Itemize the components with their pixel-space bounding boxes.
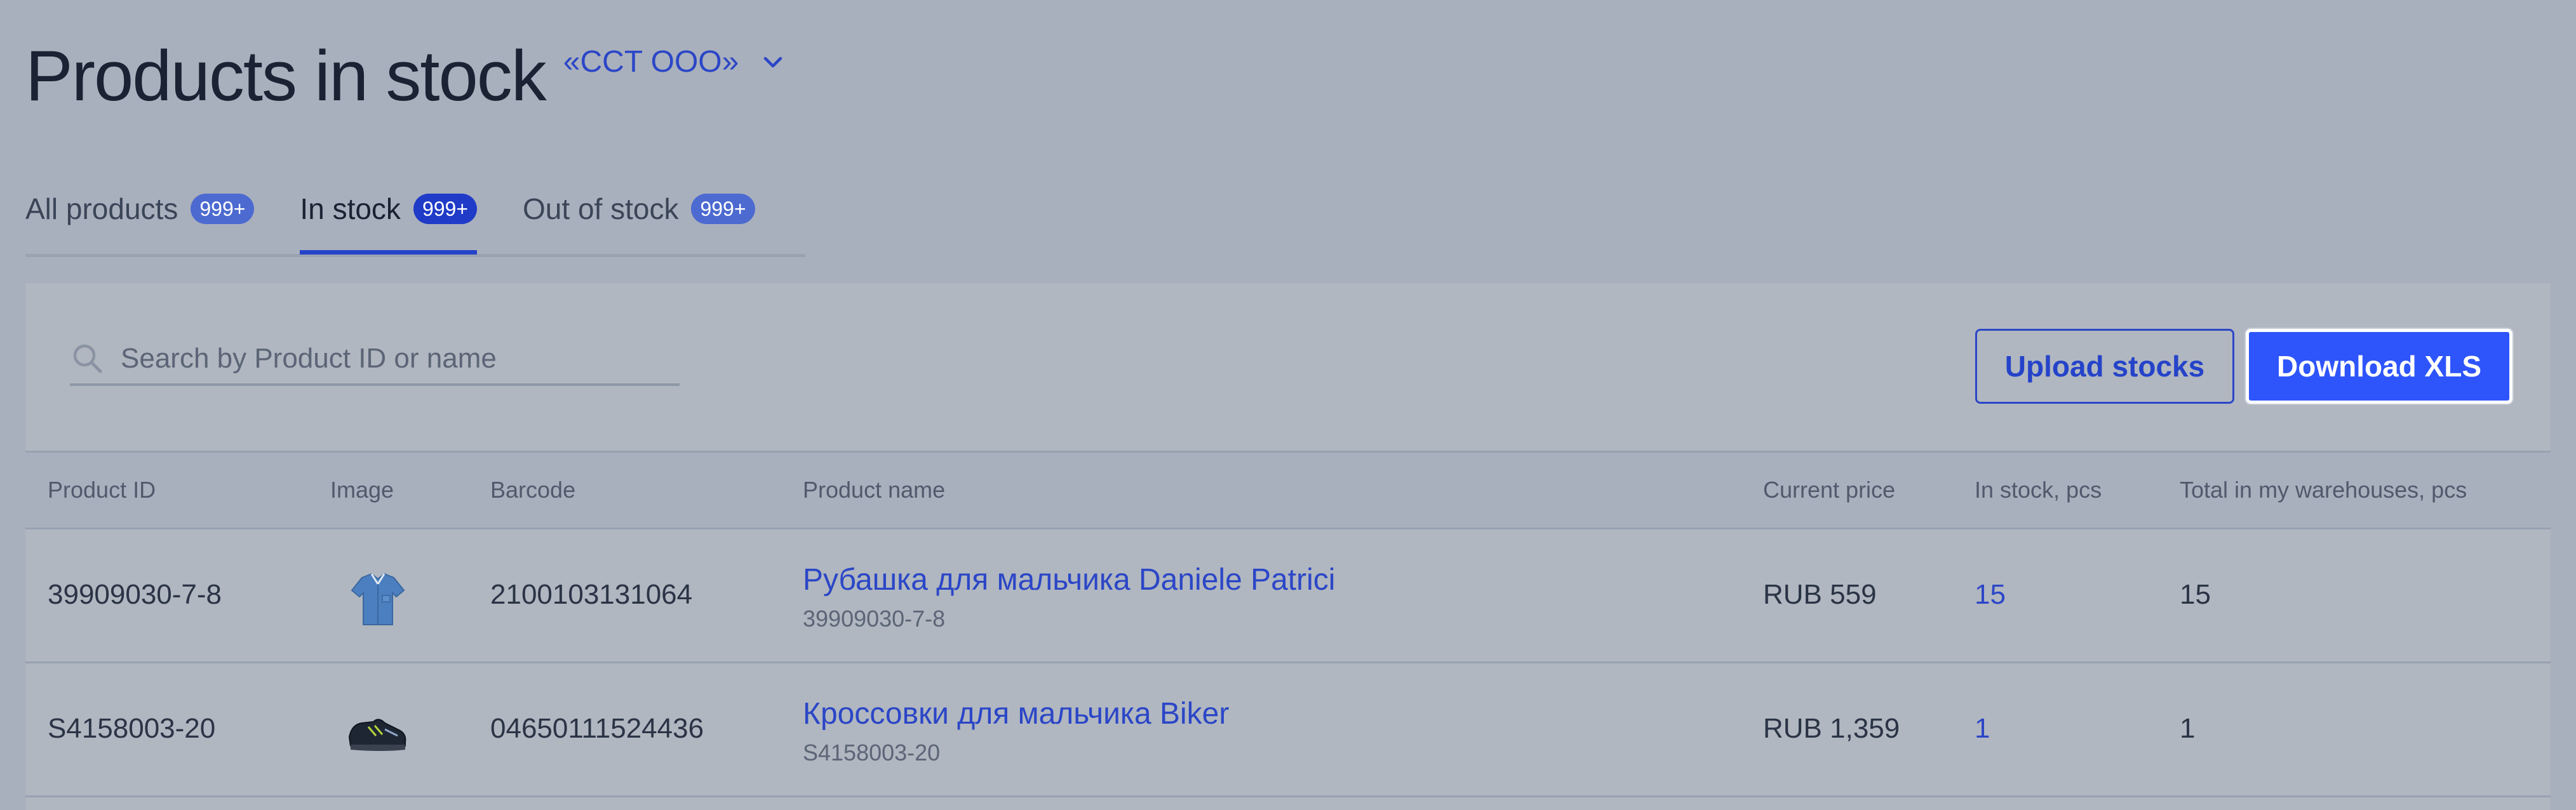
tab-label: In stock — [300, 192, 401, 225]
search-input[interactable] — [119, 342, 668, 375]
product-name-link[interactable]: Рубашка для мальчика Daniele Patrici — [803, 562, 1335, 597]
organization-selector-label: «CCT OOO» — [563, 45, 739, 79]
products-in-stock-page: Products in stock «CCT OOO» All products… — [0, 0, 2576, 810]
barcode-cell: 04650111524436 — [490, 713, 704, 744]
sneaker-thumbnail[interactable] — [343, 698, 413, 767]
total-warehouses-cell: 1 — [2180, 713, 2196, 744]
upload-stocks-button[interactable]: Upload stocks — [1975, 329, 2234, 404]
stock-tabs: All products 999+ In stock 999+ Out of s… — [25, 184, 805, 257]
count-badge: 999+ — [191, 194, 255, 224]
header: Products in stock «CCT OOO» — [25, 33, 786, 119]
barcode-cell: 2100103131064 — [490, 579, 693, 610]
tab-label: Out of stock — [523, 192, 679, 225]
product-name-link[interactable]: Кроссовки для мальчика Biker — [803, 696, 1229, 731]
page-title: Products in stock — [25, 36, 547, 116]
tab-out-of-stock[interactable]: Out of stock 999+ — [523, 184, 755, 234]
table-row: 39909030-7-8 2100103131064 Рубашка для м… — [25, 529, 2551, 663]
product-sub-id: S4158003-20 — [803, 740, 941, 766]
count-badge: 999+ — [691, 194, 755, 224]
in-stock-link[interactable]: 15 — [1975, 579, 2006, 611]
tab-all-products[interactable]: All products 999+ — [25, 184, 255, 234]
organization-selector[interactable]: «CCT OOO» — [563, 44, 786, 79]
column-header-image: Image — [330, 477, 394, 503]
table-row: S4158003-20 04650111524436 Кроссовки для… — [25, 663, 2551, 797]
products-table: Product ID Image Barcode Product name Cu… — [25, 451, 2551, 797]
tab-label: All products — [25, 192, 178, 225]
product-sub-id: 39909030-7-8 — [803, 606, 946, 632]
toolbar: Upload stocks Download XLS — [25, 283, 2551, 451]
column-header-current-price: Current price — [1763, 477, 1896, 503]
total-warehouses-cell: 15 — [2180, 579, 2211, 610]
column-header-product-id: Product ID — [48, 477, 156, 503]
tab-in-stock[interactable]: In stock 999+ — [300, 184, 478, 255]
count-badge: 999+ — [413, 194, 478, 224]
download-xls-button[interactable]: Download XLS — [2246, 329, 2512, 404]
column-header-total-warehouses: Total in my warehouses, pcs — [2180, 477, 2467, 503]
chevron-down-icon — [764, 56, 782, 67]
product-id-cell: S4158003-20 — [48, 713, 216, 744]
shirt-thumbnail[interactable] — [343, 564, 413, 634]
column-header-barcode: Barcode — [490, 477, 576, 503]
search-field — [70, 334, 680, 386]
current-price-cell: RUB 1,359 — [1763, 713, 1900, 744]
products-card: Upload stocks Download XLS Product ID Im… — [25, 283, 2551, 810]
table-header: Product ID Image Barcode Product name Cu… — [25, 451, 2551, 529]
in-stock-link[interactable]: 1 — [1975, 713, 1990, 745]
product-id-cell: 39909030-7-8 — [48, 579, 222, 610]
column-header-in-stock: In stock, pcs — [1975, 477, 2102, 503]
current-price-cell: RUB 559 — [1763, 579, 1877, 610]
column-header-product-name: Product name — [803, 477, 946, 503]
search-icon — [73, 344, 102, 373]
